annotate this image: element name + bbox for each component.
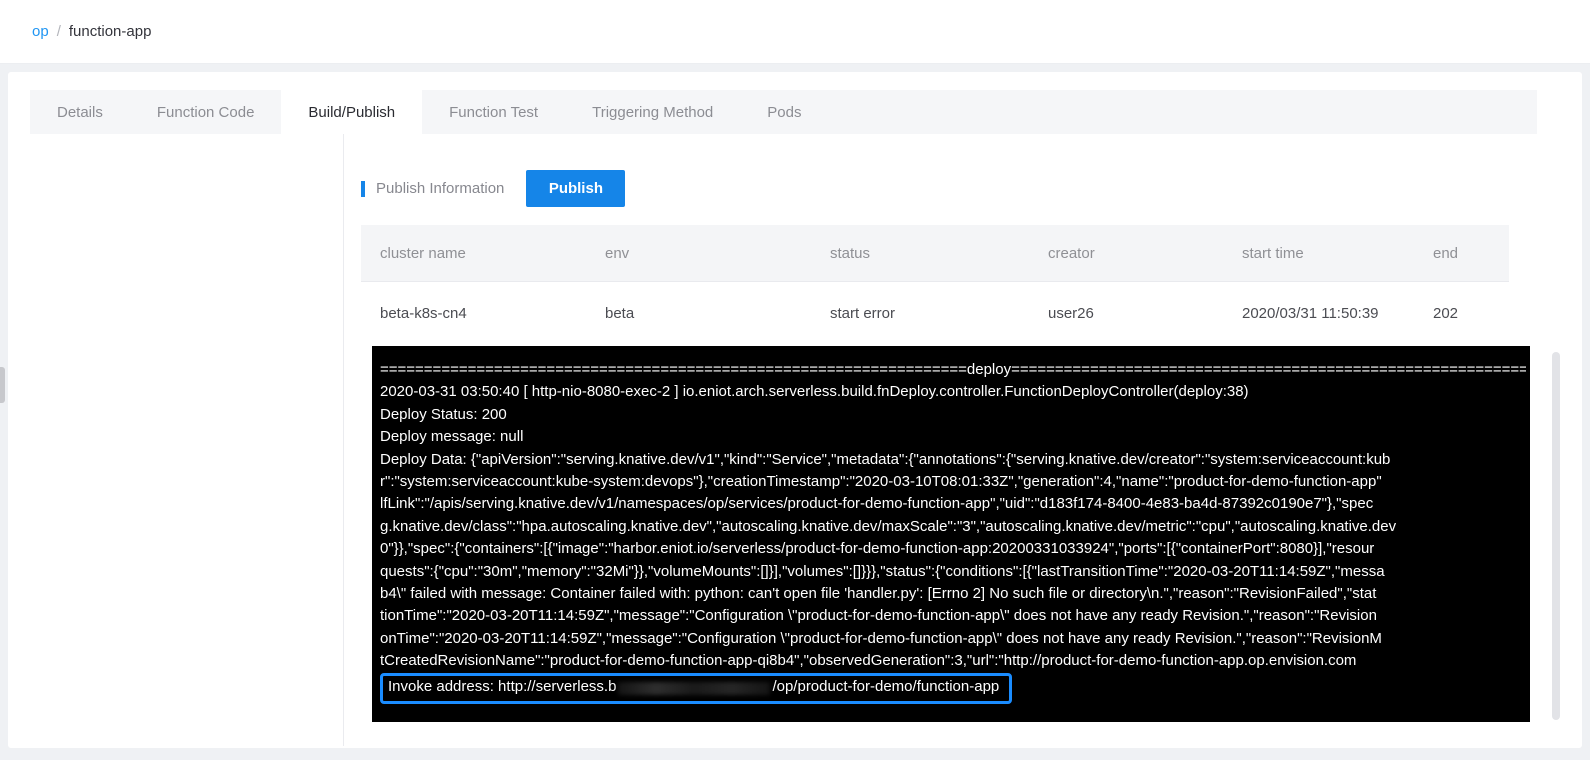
publish-section-header: Publish Information Publish xyxy=(361,170,626,207)
log-line: b4\" failed with message: Container fail… xyxy=(380,584,1377,602)
log-line: r":"system:serviceaccount:kube-system:de… xyxy=(380,472,1382,490)
main-card: Details Function Code Build/Publish Func… xyxy=(8,72,1582,748)
deploy-log-terminal[interactable]: ========================================… xyxy=(372,346,1530,722)
log-line: 2020-03-31 03:50:40 [ http-nio-8080-exec… xyxy=(380,383,1249,401)
top-bar: op / function-app xyxy=(0,0,1590,64)
tab-triggering-method[interactable]: Triggering Method xyxy=(565,90,740,134)
invoke-address-suffix: /op/product-for-demo/function-app xyxy=(772,678,1000,696)
log-line: Deploy Status: 200 xyxy=(380,405,507,423)
invoke-address-prefix: Invoke address: http://serverless.b xyxy=(388,678,617,696)
cell-start-time: 2020/03/31 11:50:39 xyxy=(1242,304,1379,322)
log-line: tionTime":"2020-03-20T11:14:59Z","messag… xyxy=(380,607,1377,625)
redacted-blur xyxy=(618,682,771,696)
section-accent-bar xyxy=(361,180,365,197)
cell-creator: user26 xyxy=(1048,304,1094,322)
section-title: Publish Information xyxy=(376,180,505,197)
table-header-row: cluster name env status creator start ti… xyxy=(361,225,1509,282)
tab-bar: Details Function Code Build/Publish Func… xyxy=(30,90,1537,134)
log-line: onTime":"2020-03-20T11:14:59Z","message"… xyxy=(380,629,1382,647)
log-line: g.knative.dev/class":"hpa.autoscaling.kn… xyxy=(380,517,1397,535)
log-line: Deploy Data: {"apiVersion":"serving.knat… xyxy=(380,450,1391,468)
log-line: Deploy message: null xyxy=(380,428,524,446)
table-row[interactable]: beta-k8s-cn4 beta start error user26 202… xyxy=(361,282,1509,344)
breadcrumb-current: function-app xyxy=(68,23,152,40)
col-start-time: start time xyxy=(1242,244,1304,262)
cell-end-time: 202 xyxy=(1433,304,1459,322)
publish-table: cluster name env status creator start ti… xyxy=(361,225,1509,344)
log-line: lfLink":"/apis/serving.knative.dev/v1/na… xyxy=(380,495,1374,513)
invoke-address-line[interactable]: Invoke address: http://serverless.b /op/… xyxy=(380,673,1013,704)
breadcrumb-separator: / xyxy=(56,23,61,40)
col-end-time: end xyxy=(1433,244,1459,262)
breadcrumb: op / function-app xyxy=(32,23,151,40)
left-scrollbar-fragment[interactable] xyxy=(0,367,5,403)
cell-status: start error xyxy=(830,304,896,322)
log-line: 0"}},"spec":{"containers":[{"image":"har… xyxy=(380,540,1375,558)
vertical-scrollbar[interactable] xyxy=(1552,352,1560,720)
log-line: ========================================… xyxy=(380,361,1526,378)
cell-env: beta xyxy=(605,304,635,322)
col-status: status xyxy=(830,244,871,262)
tab-function-test[interactable]: Function Test xyxy=(422,90,565,134)
log-line: tCreatedRevisionName":"product-for-demo-… xyxy=(380,652,1357,670)
breadcrumb-link-op[interactable]: op xyxy=(32,23,49,40)
publish-button[interactable]: Publish xyxy=(526,170,626,207)
cell-cluster-name: beta-k8s-cn4 xyxy=(380,304,467,322)
tab-function-code[interactable]: Function Code xyxy=(130,90,282,134)
col-cluster-name: cluster name xyxy=(380,244,466,262)
col-creator: creator xyxy=(1048,244,1095,262)
tab-build-publish[interactable]: Build/Publish xyxy=(281,90,423,134)
log-line: quests":{"cpu":"30m","memory":"32Mi"}},"… xyxy=(380,562,1385,580)
tab-pods[interactable]: Pods xyxy=(740,90,828,134)
panel-divider xyxy=(343,134,344,746)
col-env: env xyxy=(605,244,630,262)
tab-details[interactable]: Details xyxy=(30,90,130,134)
